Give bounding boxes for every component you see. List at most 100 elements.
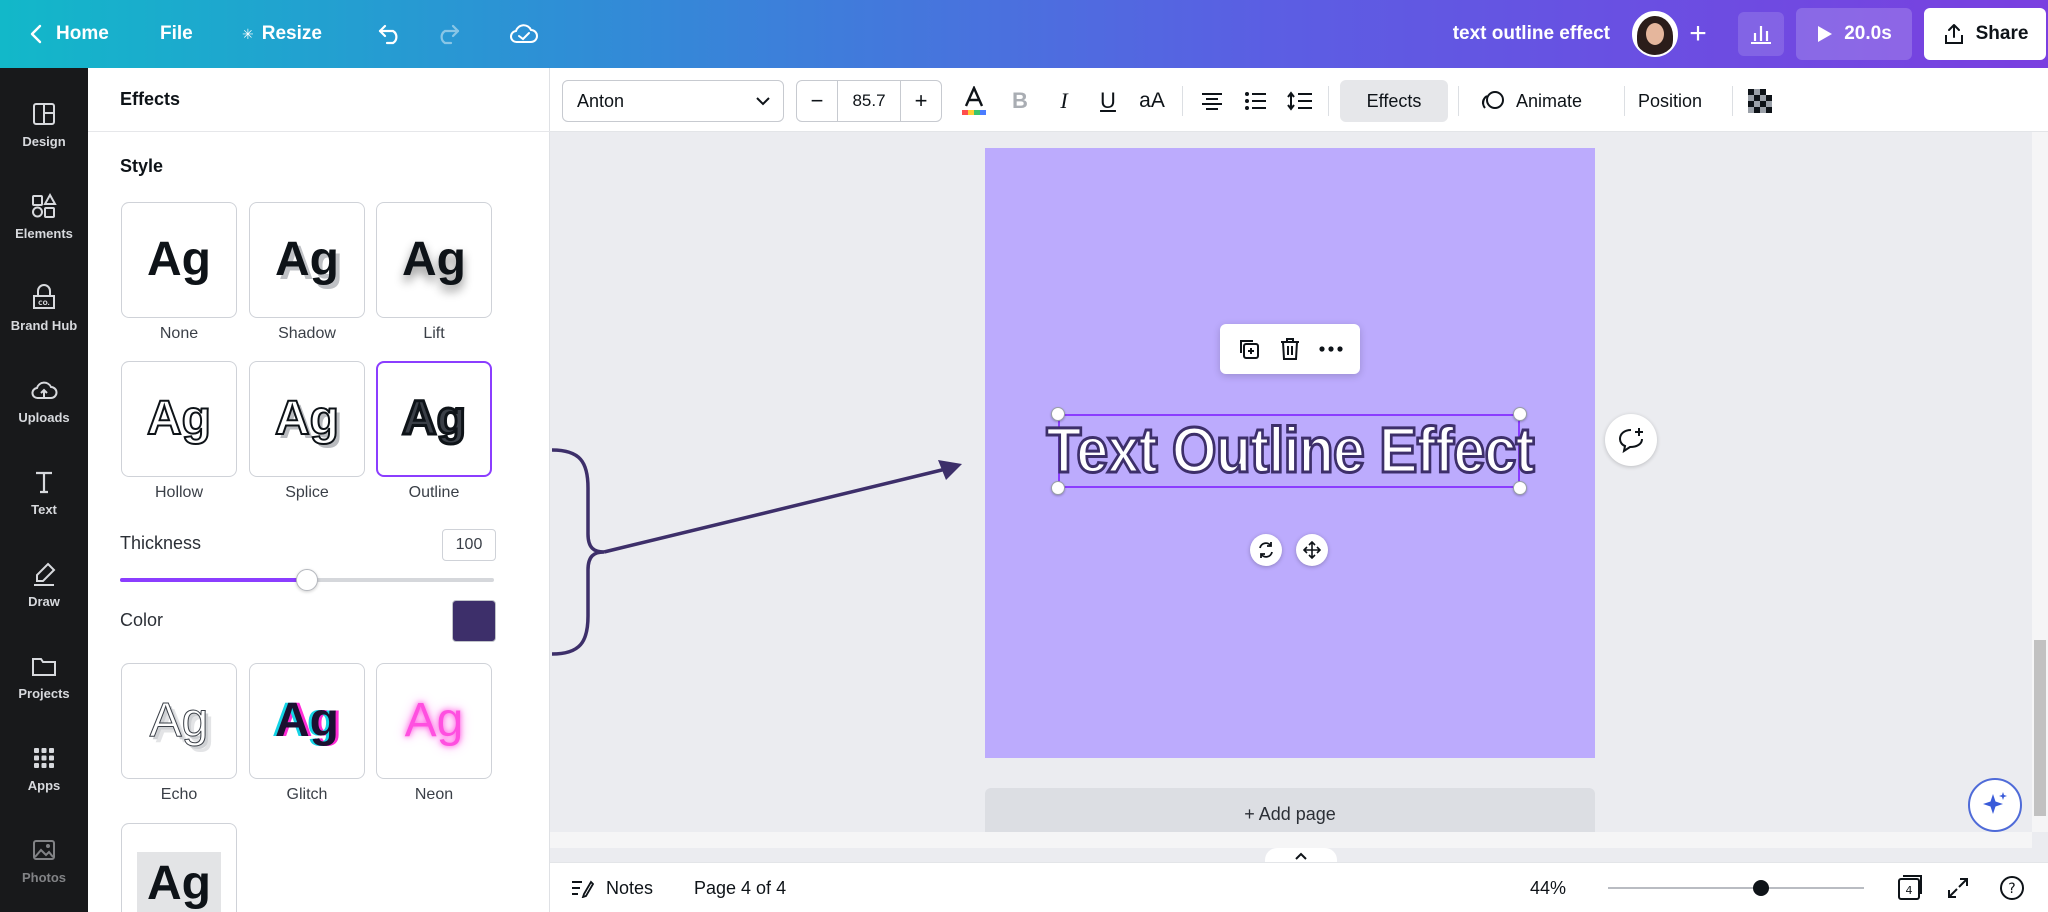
style-card-neon[interactable]: Ag	[376, 663, 492, 779]
rail-item-apps[interactable]: Apps	[0, 726, 88, 810]
animate-icon	[1481, 91, 1504, 109]
share-button[interactable]: Share	[1924, 8, 2046, 60]
move-button[interactable]	[1296, 534, 1328, 566]
resize-handle-top-right[interactable]	[1513, 407, 1527, 421]
svg-text:CO.: CO.	[38, 300, 50, 307]
style-card-lift[interactable]: Ag	[376, 202, 492, 318]
list-button[interactable]	[1236, 80, 1276, 122]
help-label: ?	[2008, 881, 2015, 897]
style-card-shadow[interactable]: Ag	[249, 202, 365, 318]
style-preview: Ag	[275, 694, 339, 747]
layout-icon	[33, 102, 55, 125]
resize-handle-bottom-left[interactable]	[1051, 481, 1065, 495]
rail-item-draw[interactable]: Draw	[0, 542, 88, 626]
insights-button[interactable]	[1738, 12, 1784, 56]
style-name: Neon	[414, 786, 454, 803]
style-card-background[interactable]: Ag	[121, 823, 237, 912]
more-options-button[interactable]	[1319, 346, 1343, 352]
rail-label: Brand Hub	[10, 317, 78, 333]
thickness-slider-knob[interactable]	[296, 569, 318, 591]
canvas-vertical-scrollbar[interactable]	[2032, 132, 2048, 832]
chevron-left-icon	[30, 24, 42, 44]
headline-text[interactable]: Text Outline Effect	[1045, 408, 1536, 492]
effects-button[interactable]: Effects	[1340, 80, 1448, 122]
rail-item-elements[interactable]: Elements	[0, 174, 88, 258]
add-collaborator-button[interactable]: +	[1676, 12, 1720, 56]
play-icon	[1818, 26, 1833, 42]
home-button[interactable]: Home	[16, 12, 123, 56]
zoom-level[interactable]: 44%	[1530, 863, 1566, 912]
position-button[interactable]: Position	[1624, 80, 1716, 122]
style-card-none[interactable]: Ag	[121, 202, 237, 318]
increase-font-size-button[interactable]: +	[901, 81, 941, 121]
bold-icon: B	[1012, 88, 1028, 113]
avatar-face	[1646, 23, 1664, 45]
underline-button[interactable]: U	[1088, 80, 1128, 122]
file-menu-button[interactable]: File	[146, 12, 207, 56]
grid-icon	[34, 747, 54, 768]
style-name: Outline	[408, 484, 460, 501]
rail-item-photos[interactable]: Photos	[0, 818, 88, 902]
duplicate-button[interactable]	[1237, 337, 1261, 361]
add-comment-button[interactable]	[1605, 414, 1657, 466]
style-card-echo[interactable]: Ag	[121, 663, 237, 779]
save-status-button[interactable]	[502, 12, 546, 56]
canvas-vertical-scrollbar-thumb[interactable]	[2034, 640, 2046, 816]
help-button[interactable]: ?	[1996, 872, 2028, 904]
align-button[interactable]	[1192, 80, 1232, 122]
zoom-slider[interactable]	[1608, 880, 1864, 896]
page-indicator[interactable]: Page 4 of 4	[694, 863, 786, 912]
transparency-button[interactable]	[1740, 80, 1780, 122]
brand-icon: CO.	[33, 283, 55, 309]
rotate-button[interactable]	[1250, 534, 1282, 566]
rail-item-uploads[interactable]: Uploads	[0, 358, 88, 442]
delete-button[interactable]	[1279, 337, 1301, 361]
rail-item-brand-hub[interactable]: CO. Brand Hub	[0, 266, 88, 350]
style-card-glitch[interactable]: Ag	[249, 663, 365, 779]
bulleted-list-icon	[1245, 92, 1266, 110]
folder-icon	[32, 657, 56, 676]
decrease-font-size-button[interactable]: −	[797, 81, 837, 121]
undo-button[interactable]	[368, 12, 412, 56]
document-title[interactable]: text outline effect	[1380, 0, 1610, 68]
left-rail: Design Elements CO. Brand Hub Uploads Te…	[0, 68, 88, 912]
letter-case-label: aA	[1139, 89, 1165, 112]
cloud-check-icon	[510, 24, 538, 43]
redo-button[interactable]	[426, 12, 470, 56]
font-family-select[interactable]: Anton	[562, 80, 784, 122]
expand-pages-button[interactable]	[1265, 848, 1337, 862]
thickness-label: Thickness	[120, 533, 202, 553]
style-card-outline[interactable]: Ag	[376, 361, 492, 477]
italic-button[interactable]: I	[1044, 80, 1084, 122]
present-button[interactable]: 20.0s	[1796, 8, 1912, 60]
style-preview: Ag	[147, 233, 211, 286]
thickness-slider[interactable]	[120, 569, 494, 591]
magic-assistant-button[interactable]	[1968, 778, 2022, 832]
rail-item-text[interactable]: Text	[0, 450, 88, 534]
animate-button[interactable]: Animate	[1466, 80, 1596, 122]
notes-button[interactable]: Notes	[570, 863, 653, 912]
resize-button[interactable]: ✳ Resize	[228, 12, 336, 56]
resize-handle-bottom-right[interactable]	[1513, 481, 1527, 495]
rail-item-projects[interactable]: Projects	[0, 634, 88, 718]
text-color-icon	[962, 86, 986, 115]
bold-button[interactable]: B	[1000, 80, 1040, 122]
toolbar-separator	[1328, 86, 1329, 116]
rail-item-design[interactable]: Design	[0, 82, 88, 166]
text-color-button[interactable]	[954, 80, 994, 122]
zoom-slider-knob[interactable]	[1753, 880, 1769, 896]
font-size-input[interactable]: 85.7	[837, 81, 901, 121]
text-icon	[36, 471, 52, 493]
style-card-splice[interactable]: Ag	[249, 361, 365, 477]
avatar[interactable]	[1632, 11, 1678, 57]
outline-color-swatch[interactable]	[452, 600, 496, 642]
share-upload-icon	[1944, 24, 1963, 44]
fullscreen-button[interactable]	[1942, 872, 1974, 904]
spacing-button[interactable]	[1280, 80, 1320, 122]
letter-case-button[interactable]: aA	[1132, 80, 1172, 122]
resize-handle-top-left[interactable]	[1051, 407, 1065, 421]
page-grid-button[interactable]: 4	[1894, 872, 1926, 904]
style-card-hollow[interactable]: Ag	[121, 361, 237, 477]
canvas-horizontal-scrollbar[interactable]	[550, 832, 2032, 848]
thickness-input[interactable]: 100	[442, 529, 496, 561]
